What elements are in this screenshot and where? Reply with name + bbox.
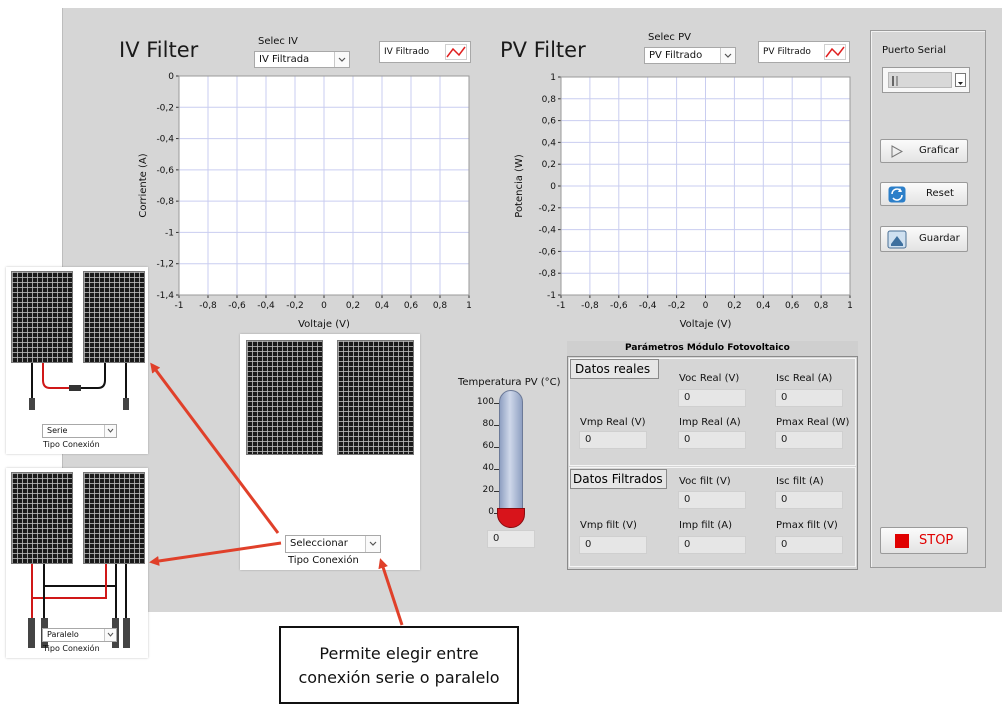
callout-line2: conexión serie o paralelo — [298, 668, 500, 687]
annotation-arrows — [149, 362, 404, 626]
callout-line1: Permite elegir entre — [319, 644, 479, 663]
arrow-to-serie — [150, 362, 280, 534]
arrow-to-paralelo — [149, 541, 282, 566]
arrow-to-selector — [378, 558, 404, 626]
callout-box: Permite elegir entre conexión serie o pa… — [279, 626, 519, 704]
